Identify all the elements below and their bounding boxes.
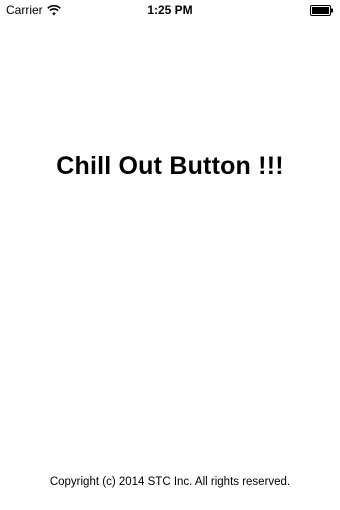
status-bar: Carrier 1:25 PM — [0, 0, 340, 20]
battery-icon — [310, 5, 333, 16]
status-time: 1:25 PM — [147, 3, 193, 17]
copyright-text: Copyright (c) 2014 STC Inc. All rights r… — [49, 476, 291, 488]
page-title: Chill Out Button !!! — [56, 152, 284, 180]
